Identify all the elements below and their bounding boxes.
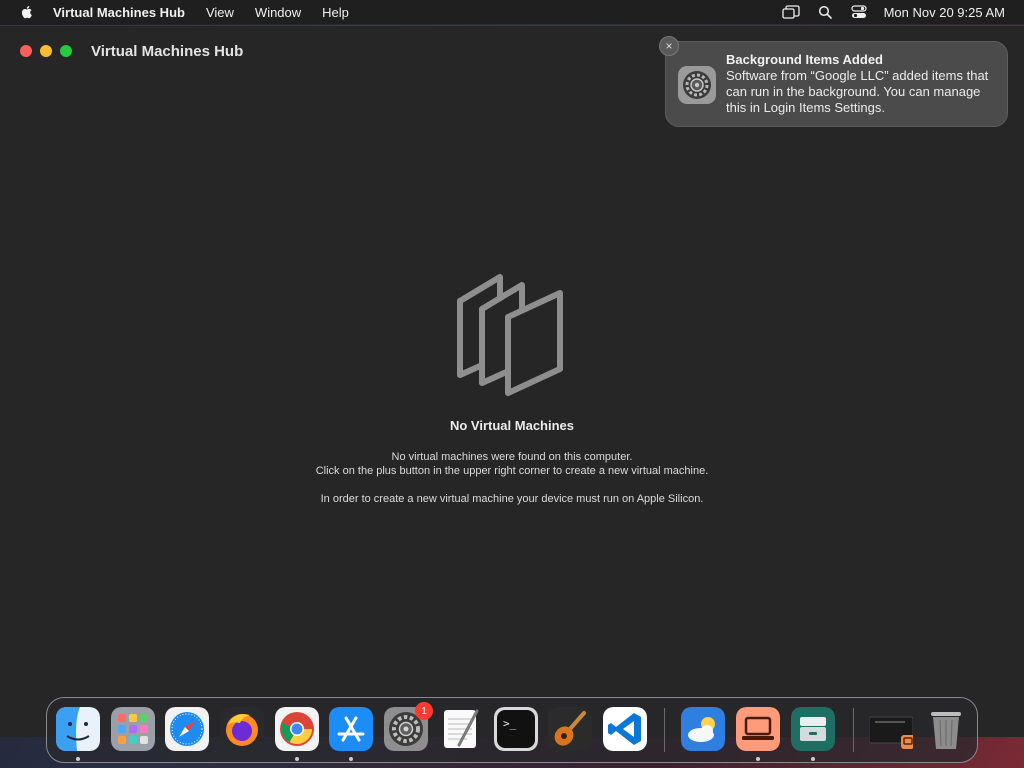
window-close-button[interactable] <box>20 45 32 57</box>
screen-mirroring-icon[interactable] <box>781 4 800 20</box>
trash-icon[interactable] <box>924 707 968 751</box>
window-title: Virtual Machines Hub <box>91 43 244 60</box>
menu-bar: Virtual Machines Hub View Window Help Mo… <box>0 0 1024 24</box>
dock-separator <box>853 708 854 752</box>
spotlight-search-icon[interactable] <box>816 4 834 20</box>
finder-icon[interactable] <box>56 707 100 751</box>
empty-state-title: No Virtual Machines <box>449 418 574 433</box>
empty-state-instruction: Click on the plus button in the upper ri… <box>315 465 709 477</box>
launchpad-icon[interactable] <box>111 707 155 751</box>
menu-window[interactable]: Window <box>255 5 301 20</box>
stacked-machines-icon <box>457 274 563 396</box>
notification-body: Software from “Google LLC” added items t… <box>726 68 989 115</box>
laptop-icon[interactable] <box>736 707 780 751</box>
menu-view[interactable]: View <box>206 5 234 20</box>
running-indicator <box>295 757 299 761</box>
dock: 1 >_ <box>46 697 978 763</box>
window-zoom-button[interactable] <box>60 45 72 57</box>
firefox-icon[interactable] <box>220 707 264 751</box>
menu-app-name[interactable]: Virtual Machines Hub <box>53 5 185 20</box>
control-center-icon[interactable] <box>850 4 868 20</box>
system-settings-gear-icon <box>678 66 716 104</box>
empty-state: No Virtual Machines No virtual machines … <box>0 271 1024 506</box>
app-store-icon[interactable] <box>329 707 373 751</box>
running-indicator <box>349 757 353 761</box>
notification-title: Background Items Added <box>726 52 883 67</box>
running-indicator <box>76 757 80 761</box>
archive-icon[interactable] <box>791 707 835 751</box>
terminal-icon[interactable]: >_ <box>494 707 538 751</box>
running-indicator <box>811 757 815 761</box>
dock-separator <box>664 708 665 752</box>
menu-bar-clock[interactable]: Mon Nov 20 9:25 AM <box>884 5 1005 20</box>
window-minimize-button[interactable] <box>40 45 52 57</box>
vscode-icon[interactable] <box>603 707 647 751</box>
running-indicator <box>756 757 760 761</box>
notification-close-button[interactable]: × <box>659 36 679 56</box>
apple-menu-icon[interactable] <box>19 4 35 20</box>
empty-state-requirement: In order to create a new virtual machine… <box>320 493 704 505</box>
weather-icon[interactable] <box>681 707 725 751</box>
background-items-notification[interactable]: × Background Items Added Software from “… <box>659 36 1008 127</box>
notification-badge: 1 <box>415 702 433 720</box>
empty-state-message: No virtual machines were found on this c… <box>391 451 633 463</box>
main-window: Virtual Machines Hub No Virtual Machines… <box>0 25 1024 737</box>
svg-text:>_: >_ <box>503 717 517 730</box>
menu-help[interactable]: Help <box>322 5 349 20</box>
safari-icon[interactable] <box>165 707 209 751</box>
downloads-stack-icon[interactable] <box>869 707 913 751</box>
textedit-icon[interactable] <box>439 707 483 751</box>
guitar-icon[interactable] <box>548 707 592 751</box>
chrome-icon[interactable] <box>275 707 319 751</box>
